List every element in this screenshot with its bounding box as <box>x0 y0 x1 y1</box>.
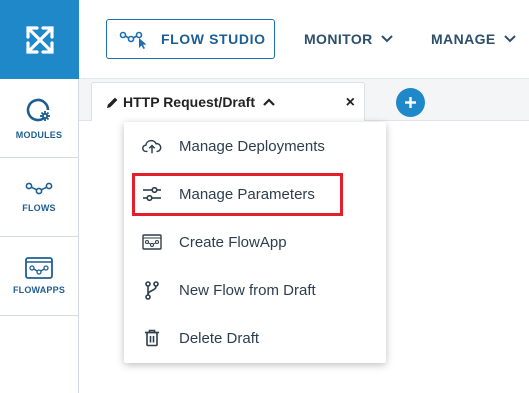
sidebar-item-label: FLOWS <box>22 203 56 213</box>
menu-item-label: Manage Deployments <box>179 137 325 155</box>
nav-manage-label: MANAGE <box>431 31 496 47</box>
menu-item-create-flowapp[interactable]: Create FlowApp <box>124 218 386 266</box>
app-logo[interactable] <box>0 0 79 79</box>
draft-options-menu: Manage Deployments Manage Parameters Cre… <box>124 122 386 363</box>
sidebar-item-flows[interactable]: FLOWS <box>0 158 78 237</box>
nav-monitor[interactable]: MONITOR <box>304 31 393 47</box>
close-tab-button[interactable]: × <box>346 94 355 112</box>
flow-studio-button[interactable]: FLOW STUDIO <box>106 19 275 59</box>
flow-studio-label: FLOW STUDIO <box>161 31 266 47</box>
pencil-icon <box>107 97 118 108</box>
chevron-up-icon[interactable] <box>263 98 275 106</box>
cloud-upload-icon <box>142 136 162 156</box>
menu-item-label: Delete Draft <box>179 329 260 347</box>
nav-manage[interactable]: MANAGE <box>431 31 516 47</box>
sliders-icon <box>142 184 162 204</box>
plus-icon <box>405 97 416 108</box>
tab-title: HTTP Request/Draft <box>123 94 255 110</box>
nav-monitor-label: MONITOR <box>304 31 373 47</box>
chevron-down-icon <box>380 35 393 43</box>
modules-icon <box>26 98 50 122</box>
branch-icon <box>142 280 162 300</box>
sidebar-item-flowapps[interactable]: FLOWAPPS <box>0 237 78 316</box>
menu-item-manage-parameters[interactable]: Manage Parameters <box>124 170 386 218</box>
chevron-down-icon <box>503 35 516 43</box>
sidebar-item-label: FLOWAPPS <box>12 285 66 295</box>
flowapp-icon <box>142 232 162 252</box>
top-navigation-bar: FLOW STUDIO MONITOR MANAGE <box>79 0 529 79</box>
flows-icon <box>25 182 53 195</box>
tab-http-request-draft[interactable]: HTTP Request/Draft × <box>91 82 365 121</box>
trash-icon <box>142 328 162 348</box>
menu-item-manage-deployments[interactable]: Manage Deployments <box>124 122 386 170</box>
menu-item-new-flow-from-draft[interactable]: New Flow from Draft <box>124 266 386 314</box>
tab-bar: HTTP Request/Draft × <box>79 79 529 121</box>
flow-cursor-icon <box>119 31 147 49</box>
menu-item-label: Manage Parameters <box>179 185 315 203</box>
menu-item-label: New Flow from Draft <box>179 281 316 299</box>
menu-item-label: Create FlowApp <box>179 233 287 251</box>
expand-arrows-icon <box>25 25 54 54</box>
flowapps-icon <box>25 257 53 279</box>
sidebar-item-label: MODULES <box>15 130 63 140</box>
left-sidebar: MODULES FLOWS FLOWAPPS <box>0 79 79 393</box>
sidebar-item-modules[interactable]: MODULES <box>0 79 78 158</box>
menu-item-delete-draft[interactable]: Delete Draft <box>124 314 386 362</box>
add-tab-button[interactable] <box>396 88 425 117</box>
